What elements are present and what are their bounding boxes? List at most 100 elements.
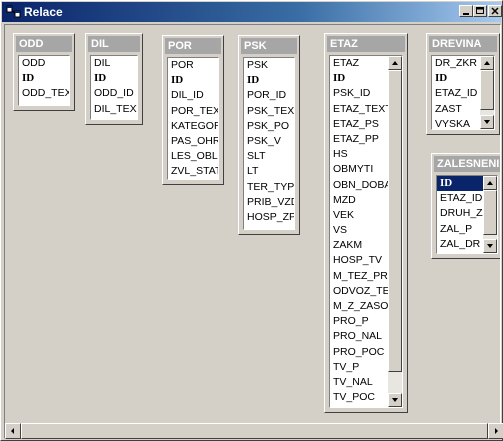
field-item[interactable]: PRO_NAL — [330, 329, 388, 344]
field-list[interactable]: ODD ID ODD_TEX — [18, 55, 70, 106]
field-item[interactable]: TO_P — [330, 405, 388, 407]
table-zalesneni[interactable]: ZALESNENI IDETAZ_IDDRUH_ZALZAL_PZAL_DR — [431, 153, 500, 259]
field-item[interactable]: ETAZ_ID — [437, 191, 483, 206]
primary-key-field[interactable]: ID — [168, 73, 218, 88]
field-item[interactable]: ZAL_P — [437, 222, 483, 237]
field-item[interactable]: POR_TEXT — [168, 104, 218, 119]
table-title[interactable]: DREVINA — [429, 36, 497, 52]
table-por[interactable]: PORPORIDDIL_IDPOR_TEXTKATEGORPAS_OHRLES_… — [162, 35, 224, 185]
primary-key-field[interactable]: ID — [244, 73, 294, 88]
table-title[interactable]: ODD — [16, 36, 72, 52]
horizontal-scrollbar[interactable] — [5, 423, 503, 439]
vertical-scrollbar[interactable] — [388, 56, 402, 407]
table-title[interactable]: ETAZ — [327, 36, 405, 52]
vertical-scroll-thumb[interactable] — [388, 70, 402, 372]
field-item[interactable]: LES_OBL — [168, 149, 218, 164]
field-item[interactable]: ETAZ_ID — [432, 86, 480, 101]
primary-key-field[interactable]: ID — [437, 176, 483, 192]
vertical-scrollbar[interactable] — [480, 56, 494, 129]
vertical-scroll-thumb[interactable] — [483, 190, 497, 235]
table-title[interactable]: PSK — [241, 38, 297, 54]
field-list[interactable]: DR_ZKR ID ETAZ_ID ZAST VYSKA — [431, 55, 495, 130]
field-item[interactable]: MZD — [330, 193, 388, 208]
table-title[interactable]: ZALESNENI — [434, 156, 500, 172]
maximize-button[interactable] — [473, 5, 487, 17]
field-item[interactable]: M_Z_ZASOB — [330, 299, 388, 314]
table-etaz[interactable]: ETAZ ETAZ ID PSK_ID ETAZ_TEXT ETAZ_PS ETAZ_PP H… — [324, 33, 408, 413]
field-item[interactable]: PRO_P — [330, 314, 388, 329]
table-title[interactable]: DIL — [88, 36, 140, 52]
field-item[interactable]: POR_ID — [244, 88, 294, 103]
field-item[interactable]: PSK_ID — [330, 86, 388, 101]
field-item[interactable]: ODVOZ_TEZ — [330, 284, 388, 299]
field-item[interactable]: VYSKA — [432, 117, 480, 129]
vertical-scrollbar[interactable] — [483, 176, 497, 253]
scroll-up-button[interactable] — [388, 56, 402, 70]
field-item[interactable]: PSK_V — [244, 134, 294, 149]
scroll-up-button[interactable] — [483, 176, 497, 190]
field-item[interactable]: VEK — [330, 208, 388, 223]
field-item[interactable]: ODD_ID — [91, 86, 137, 101]
field-item[interactable]: OBMYTI — [330, 162, 388, 177]
field-item[interactable]: PSK_TEXT — [244, 104, 294, 119]
scroll-left-button[interactable] — [5, 423, 21, 439]
scroll-right-button[interactable] — [488, 423, 503, 439]
field-item[interactable]: HOSP_ZP — [244, 210, 294, 225]
table-drevina[interactable]: DREVINA DR_ZKR ID ETAZ_ID ZAST VYSKA — [426, 33, 500, 135]
relationships-canvas[interactable]: ODDODDIDODD_TEXDILDILIDODD_IDDIL_TEXTPOR… — [4, 24, 501, 439]
field-list[interactable]: IDETAZ_IDDRUH_ZALZAL_PZAL_DR — [436, 175, 498, 254]
field-item[interactable]: ETAZ_PP — [330, 132, 388, 147]
field-list[interactable]: PSKIDPOR_IDPSK_TEXTPSK_POPSK_VSLTLTTER_T… — [243, 57, 295, 230]
field-item[interactable]: VS — [330, 223, 388, 238]
vertical-scroll-thumb[interactable] — [480, 70, 494, 110]
primary-key-field[interactable]: ID — [19, 71, 69, 86]
field-item[interactable]: PRO_POC — [330, 345, 388, 360]
minimize-button[interactable] — [459, 5, 473, 17]
field-item[interactable]: SLT — [244, 149, 294, 164]
field-item[interactable]: LT — [244, 164, 294, 179]
field-item[interactable]: KATEGOR — [168, 119, 218, 134]
field-item[interactable]: ETAZ_TEXT — [330, 102, 388, 117]
horizontal-scroll-thumb[interactable] — [21, 423, 488, 439]
primary-key-field[interactable]: ID — [91, 71, 137, 86]
field-item[interactable]: HS — [330, 147, 388, 162]
primary-key-field[interactable]: ID — [432, 71, 480, 86]
scroll-down-button[interactable] — [480, 115, 494, 129]
field-item[interactable]: TV_P — [330, 360, 388, 375]
field-item[interactable]: DRUH_ZAL — [437, 206, 483, 221]
field-item[interactable]: DIL — [91, 56, 137, 71]
field-list[interactable]: DILIDODD_IDDIL_TEXT — [90, 55, 138, 120]
field-item[interactable]: OBN_DOBA — [330, 178, 388, 193]
field-item[interactable]: ZAL_DR — [437, 237, 483, 252]
field-list[interactable]: PORIDDIL_IDPOR_TEXTKATEGORPAS_OHRLES_OBL… — [167, 57, 219, 180]
field-list[interactable]: ETAZ ID PSK_ID ETAZ_TEXT ETAZ_PS ETAZ_PP HS OBM… — [329, 55, 403, 408]
scroll-up-button[interactable] — [480, 56, 494, 70]
field-item[interactable]: ODD — [19, 56, 69, 71]
table-dil[interactable]: DILDILIDODD_IDDIL_TEXT — [85, 33, 143, 125]
table-title[interactable]: POR — [165, 38, 221, 54]
field-item[interactable]: M_TEZ_PRO — [330, 269, 388, 284]
field-item[interactable]: TV_NAL — [330, 375, 388, 390]
title-bar[interactable]: Relace — [2, 2, 502, 22]
field-item[interactable]: ETAZ — [330, 56, 388, 71]
field-item[interactable]: PSK — [244, 58, 294, 73]
field-item[interactable]: DIL_TEXT — [91, 102, 137, 117]
field-item[interactable]: ZAKM — [330, 238, 388, 253]
field-item[interactable]: TER_TYP — [244, 180, 294, 195]
scroll-down-button[interactable] — [483, 239, 497, 253]
table-odd[interactable]: ODD ODD ID ODD_TEX — [13, 33, 75, 111]
field-item[interactable]: HOSP_TV — [330, 253, 388, 268]
field-item[interactable]: PRIB_VZD — [244, 195, 294, 210]
field-item[interactable]: ZVL_STAT — [168, 164, 218, 179]
table-psk[interactable]: PSKPSKIDPOR_IDPSK_TEXTPSK_POPSK_VSLTLTTE… — [238, 35, 300, 235]
field-item[interactable]: PSK_PO — [244, 119, 294, 134]
field-item[interactable]: DR_ZKR — [432, 56, 480, 71]
field-item[interactable]: DIL_ID — [168, 88, 218, 103]
scroll-down-button[interactable] — [388, 393, 402, 407]
field-item[interactable]: POR — [168, 58, 218, 73]
field-item[interactable]: ZAST — [432, 102, 480, 117]
field-item[interactable]: ETAZ_PS — [330, 117, 388, 132]
primary-key-field[interactable]: ID — [330, 71, 388, 86]
field-item[interactable]: ODD_TEX — [19, 86, 69, 101]
close-button[interactable] — [488, 5, 502, 17]
